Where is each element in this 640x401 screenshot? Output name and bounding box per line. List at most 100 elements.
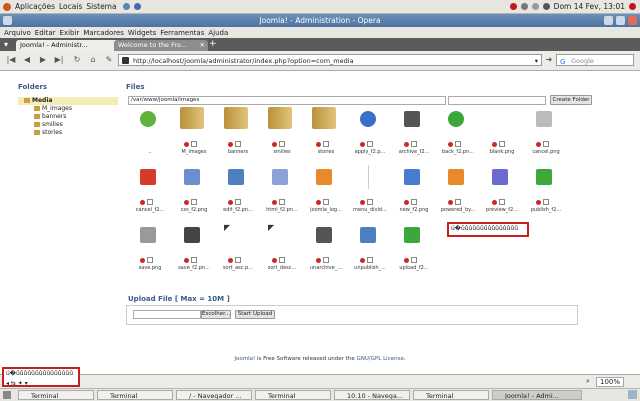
address-bar[interactable]: http://localhost/joomla/administrator/in…	[118, 54, 542, 66]
delete-icon[interactable]	[404, 141, 409, 147]
powered-by-icon[interactable]	[448, 169, 464, 185]
new-folder-input[interactable]	[448, 96, 546, 105]
upload-icon[interactable]	[404, 227, 420, 243]
html-icon[interactable]	[272, 169, 288, 185]
new-icon[interactable]	[404, 169, 420, 185]
select-checkbox[interactable]	[235, 141, 241, 147]
file-item[interactable]: back_f2.pn...	[436, 105, 480, 161]
menu-widgets[interactable]: Widgets	[128, 29, 156, 37]
sort-asc-icon[interactable]: ◤	[224, 223, 248, 247]
delete-icon[interactable]	[492, 141, 497, 147]
browse-button[interactable]: Escolher...	[201, 310, 231, 319]
delete-icon[interactable]	[360, 257, 365, 263]
select-checkbox[interactable]	[411, 141, 417, 147]
delete-icon[interactable]	[536, 199, 541, 205]
publish-icon[interactable]	[536, 169, 552, 185]
opera-tray-icon[interactable]	[509, 3, 517, 10]
workspace-switcher[interactable]	[628, 390, 637, 399]
delete-icon[interactable]	[272, 141, 277, 147]
panel-menu-places[interactable]: Locais	[59, 2, 82, 11]
file-item[interactable]: save_f2.pn...	[172, 221, 216, 277]
save-gray-icon[interactable]	[140, 227, 156, 243]
taskbar-item[interactable]: Terminal	[18, 390, 94, 400]
panel-menu-applications[interactable]: Aplicações	[15, 2, 55, 11]
tab-menu-icon[interactable]: ▾	[4, 40, 8, 49]
select-checkbox[interactable]	[235, 199, 241, 205]
select-checkbox[interactable]	[499, 199, 505, 205]
delete-icon[interactable]	[448, 141, 453, 147]
file-item[interactable]: apply_f2.p...	[348, 105, 392, 161]
file-path-input[interactable]	[133, 310, 201, 319]
select-checkbox[interactable]	[543, 199, 549, 205]
select-checkbox[interactable]	[367, 199, 373, 205]
delete-icon[interactable]	[360, 141, 365, 147]
select-checkbox[interactable]	[367, 257, 373, 263]
file-item[interactable]: cancel.png	[524, 105, 568, 161]
tree-item-m-images[interactable]: M_images	[18, 105, 118, 113]
delete-icon[interactable]	[140, 199, 145, 205]
joomla-logo-icon[interactable]	[316, 169, 332, 185]
panel-menu-system[interactable]: Sistema	[86, 2, 116, 11]
volume-icon[interactable]	[542, 3, 550, 10]
folder-icon[interactable]	[312, 107, 336, 129]
tab-joomla-admin[interactable]: Joomla! - Administr... ✕	[16, 40, 124, 51]
tab-welcome[interactable]: Welcome to the Fro... ✕	[114, 40, 208, 51]
footer-license-link[interactable]: GNU/GPL License	[356, 356, 403, 362]
close-tab-icon[interactable]: ✕	[200, 40, 205, 51]
taskbar-item[interactable]: / - Navegador ...	[176, 390, 252, 400]
edit-icon[interactable]	[228, 169, 244, 185]
file-item[interactable]: menu_divid...	[348, 163, 392, 219]
tree-item-banners[interactable]: banners	[18, 113, 118, 121]
file-item[interactable]: new_f2.png	[392, 163, 436, 219]
unpublish-icon[interactable]	[360, 227, 376, 243]
folder-icon[interactable]	[268, 107, 292, 129]
zoom-icon[interactable]: ⌕	[586, 377, 590, 386]
select-checkbox[interactable]	[323, 141, 329, 147]
select-checkbox[interactable]	[455, 141, 461, 147]
delete-icon[interactable]	[228, 141, 233, 147]
clock[interactable]: Dom 14 Fev, 13:01	[554, 2, 625, 11]
tree-item-smilies[interactable]: smilies	[18, 121, 118, 129]
taskbar-item[interactable]: Terminal	[413, 390, 489, 400]
delete-icon[interactable]	[272, 199, 277, 205]
footer-brand-link[interactable]: Joomla!	[234, 356, 255, 362]
window-titlebar[interactable]: Joomla! - Administration - Opera	[0, 14, 640, 27]
help-icon[interactable]	[133, 3, 141, 10]
blank-icon[interactable]	[500, 107, 502, 131]
select-checkbox[interactable]	[147, 199, 153, 205]
file-item[interactable]: archive_f2...	[392, 105, 436, 161]
delete-icon[interactable]	[184, 141, 189, 147]
delete-icon[interactable]	[404, 257, 409, 263]
back-icon[interactable]	[448, 111, 464, 127]
select-checkbox[interactable]	[367, 141, 373, 147]
back-icon[interactable]: ◀	[22, 55, 32, 65]
tree-root-media[interactable]: Media	[18, 97, 118, 105]
select-checkbox[interactable]	[279, 257, 285, 263]
delete-icon[interactable]	[448, 199, 453, 205]
file-item[interactable]: ◤ sort_desc...	[260, 221, 304, 277]
taskbar-item[interactable]: Terminal	[255, 390, 331, 400]
file-item[interactable]: ◤ sort_asc.p...	[216, 221, 260, 277]
select-checkbox[interactable]	[323, 199, 329, 205]
file-item[interactable]: banners	[216, 105, 260, 161]
cancel-red-icon[interactable]	[140, 169, 156, 185]
fast-forward-icon[interactable]: ▶|	[54, 55, 64, 65]
show-desktop-icon[interactable]	[3, 391, 11, 399]
select-checkbox[interactable]	[235, 257, 241, 263]
apply-icon[interactable]	[360, 111, 376, 127]
sort-desc-icon[interactable]: ◤	[268, 223, 292, 247]
path-field[interactable]: /var/www/joomla/images	[128, 96, 446, 105]
mail-icon[interactable]	[531, 3, 539, 10]
file-item[interactable]: blank.png	[480, 105, 524, 161]
close-window-button[interactable]	[628, 16, 637, 25]
file-item[interactable]: smilies	[260, 105, 304, 161]
delete-icon[interactable]	[536, 141, 541, 147]
delete-icon[interactable]	[316, 199, 321, 205]
taskbar-item[interactable]: Terminal	[97, 390, 173, 400]
taskbar-item[interactable]: 10.10 - Navega...	[334, 390, 410, 400]
select-checkbox[interactable]	[499, 141, 505, 147]
save-icon[interactable]	[184, 227, 200, 243]
network-icon[interactable]	[520, 3, 528, 10]
address-dropdown-icon[interactable]: ▾	[535, 55, 538, 67]
up-arrow-icon[interactable]	[140, 111, 156, 127]
